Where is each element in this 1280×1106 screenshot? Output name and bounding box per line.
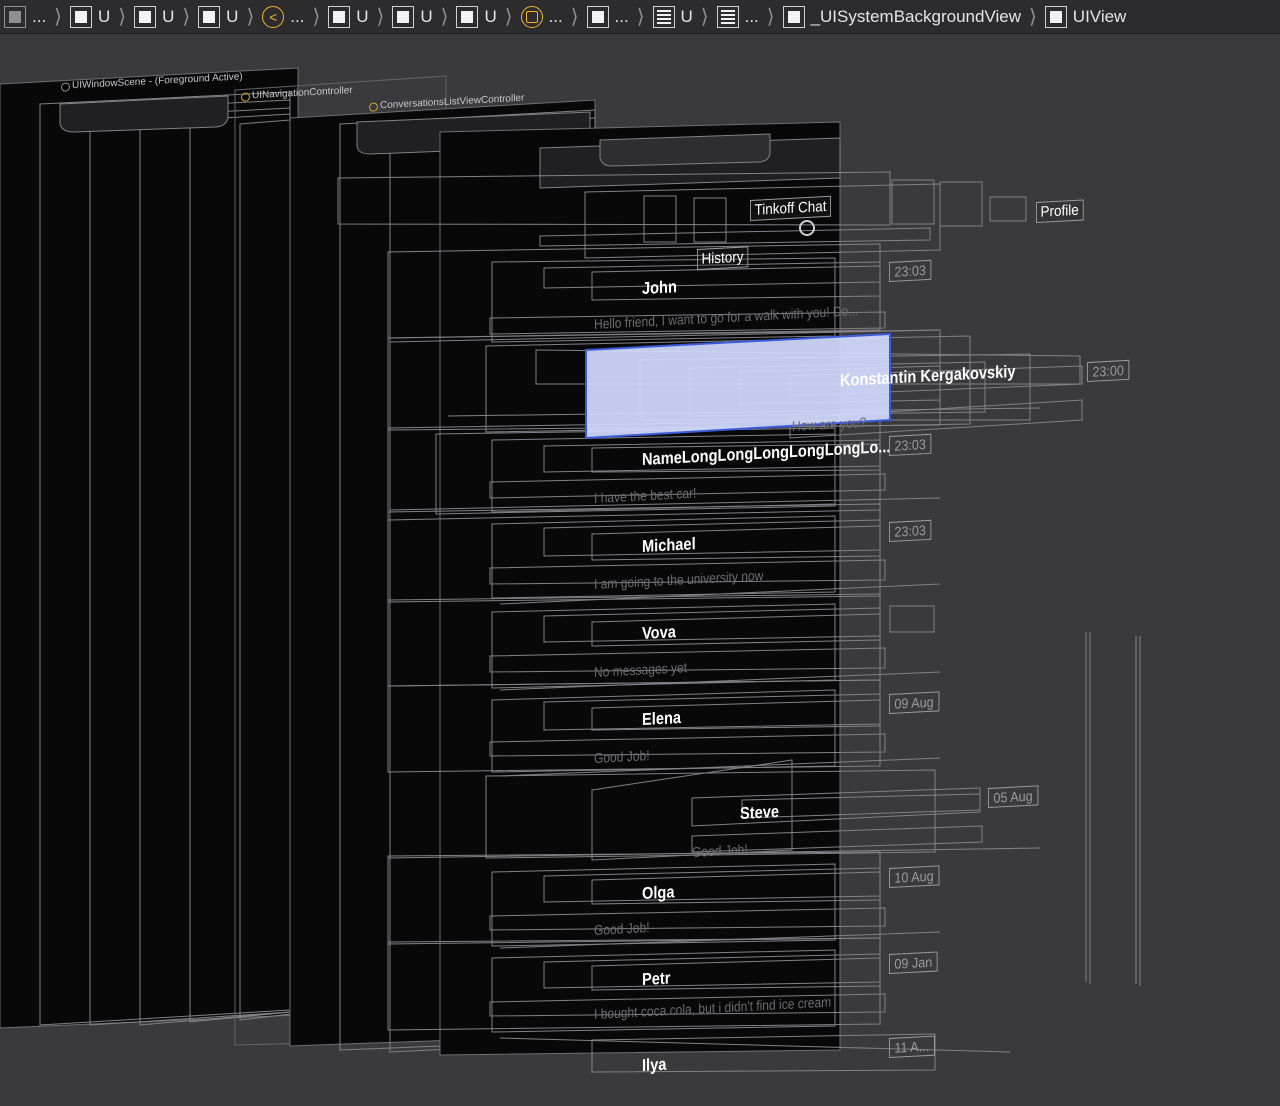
view-icon [392,5,415,28]
view-icon [134,5,157,28]
breadcrumb-label: U [162,6,175,26]
conversation-message: Good Job! [692,841,748,860]
section-header-history: History [697,246,749,270]
view-icon [328,5,351,28]
chevron-right-icon: ⟩ [570,6,579,28]
conversation-time: 05 Aug [988,785,1039,808]
breadcrumb-item[interactable]: ... [716,5,759,28]
view-hierarchy-canvas[interactable]: UIWindowScene - (Foreground Active) UINa… [0,34,1280,1106]
breadcrumb-item[interactable]: U [392,5,433,28]
breadcrumb-label: U [420,6,433,26]
conversation-name: John [642,277,677,298]
conversation-time: 23:00 [1087,359,1130,382]
conversation-name: Ilya [642,1054,667,1075]
chevron-right-icon: ⟩ [636,6,645,28]
table-view-icon [652,5,675,28]
conversation-message: Good Job! [594,747,650,766]
view-icon [782,5,805,28]
chevron-right-icon: ⟩ [440,6,449,28]
conversation-message: Good Job! [594,919,650,938]
view-controller-icon [520,5,543,28]
breadcrumb-label: U [680,6,693,26]
conversation-time: 09 Aug [889,691,940,714]
window-scene-icon [61,82,70,92]
chevron-right-icon: ⟩ [118,6,127,28]
profile-button[interactable]: Profile [1036,199,1084,223]
breadcrumb-item[interactable]: ... [586,5,629,28]
view-icon [1044,5,1067,28]
conversation-name: Petr [642,968,671,989]
chevron-right-icon: ⟩ [246,6,255,28]
breadcrumb-label: U [484,6,497,26]
breadcrumb-item[interactable]: ... [4,5,47,28]
breadcrumb-item[interactable]: U [652,5,693,28]
breadcrumb-label: ... [32,6,47,26]
view-icon [198,5,221,28]
window-icon [4,5,26,28]
chevron-right-icon: ⟩ [312,6,321,28]
conversation-time: 23:03 [889,519,932,542]
conversation-name: Michael [642,534,696,556]
breadcrumb-item[interactable]: U [328,5,369,28]
conversation-name: Elena [642,707,682,729]
conversation-name: Steve [740,801,780,823]
breadcrumb-label: U [97,6,111,26]
breadcrumb-item[interactable]: U [456,5,497,28]
breadcrumb-label: ... [290,6,305,26]
breadcrumb-label: _UISystemBackgroundView [810,6,1021,26]
navigation-controller-icon [241,92,250,102]
breadcrumb-label: U [226,6,239,26]
conversation-name: Olga [642,882,675,903]
breadcrumb-label: ... [614,6,629,26]
navigation-controller-icon: < [262,5,285,28]
view-icon [69,5,92,28]
breadcrumb-item[interactable]: U [69,5,111,28]
breadcrumb-label: ... [548,6,563,26]
conversation-time: 10 Aug [889,865,940,888]
chevron-right-icon: ⟩ [376,6,385,28]
conversation-name: Vova [642,622,676,643]
window-scene-layer [0,67,299,1029]
chevron-right-icon: ⟩ [504,6,513,28]
breadcrumb: ... ⟩ U ⟩ U ⟩ U ⟩ <... ⟩ U ⟩ U ⟩ U ⟩... ⟩... ⟩ U ⟩... ⟩ _UISy… [0,0,1280,34]
conversation-time: 23:03 [889,433,932,456]
navbar-title[interactable]: Tinkoff Chat [750,195,832,221]
chevron-right-icon: ⟩ [1028,6,1037,28]
breadcrumb-label: UIView [1072,6,1127,26]
gear-icon[interactable] [799,220,815,236]
chevron-right-icon: ⟩ [182,6,191,28]
breadcrumb-item[interactable]: U [198,5,239,28]
chevron-right-icon: ⟩ [766,6,775,28]
chevron-right-icon: ⟩ [700,6,709,28]
breadcrumb-item[interactable]: <... [262,5,305,28]
chevron-right-icon: ⟩ [54,6,62,28]
conversation-time: 23:03 [889,259,932,282]
table-view-icon [716,5,739,28]
view-icon [456,5,479,28]
conversation-time: 11 A... [889,1035,935,1058]
view-hierarchy-wireframes [0,67,1141,1073]
breadcrumb-item[interactable]: UIView [1044,5,1127,28]
view-icon [586,5,609,28]
breadcrumb-item[interactable]: ... [520,5,563,28]
breadcrumb-label: ... [744,6,759,26]
conversation-time: 09 Jan [889,951,938,974]
breadcrumb-item[interactable]: U [134,5,175,28]
breadcrumb-item[interactable]: _UISystemBackgroundView [782,5,1021,28]
breadcrumb-label: U [356,6,369,26]
view-controller-icon [369,102,378,112]
